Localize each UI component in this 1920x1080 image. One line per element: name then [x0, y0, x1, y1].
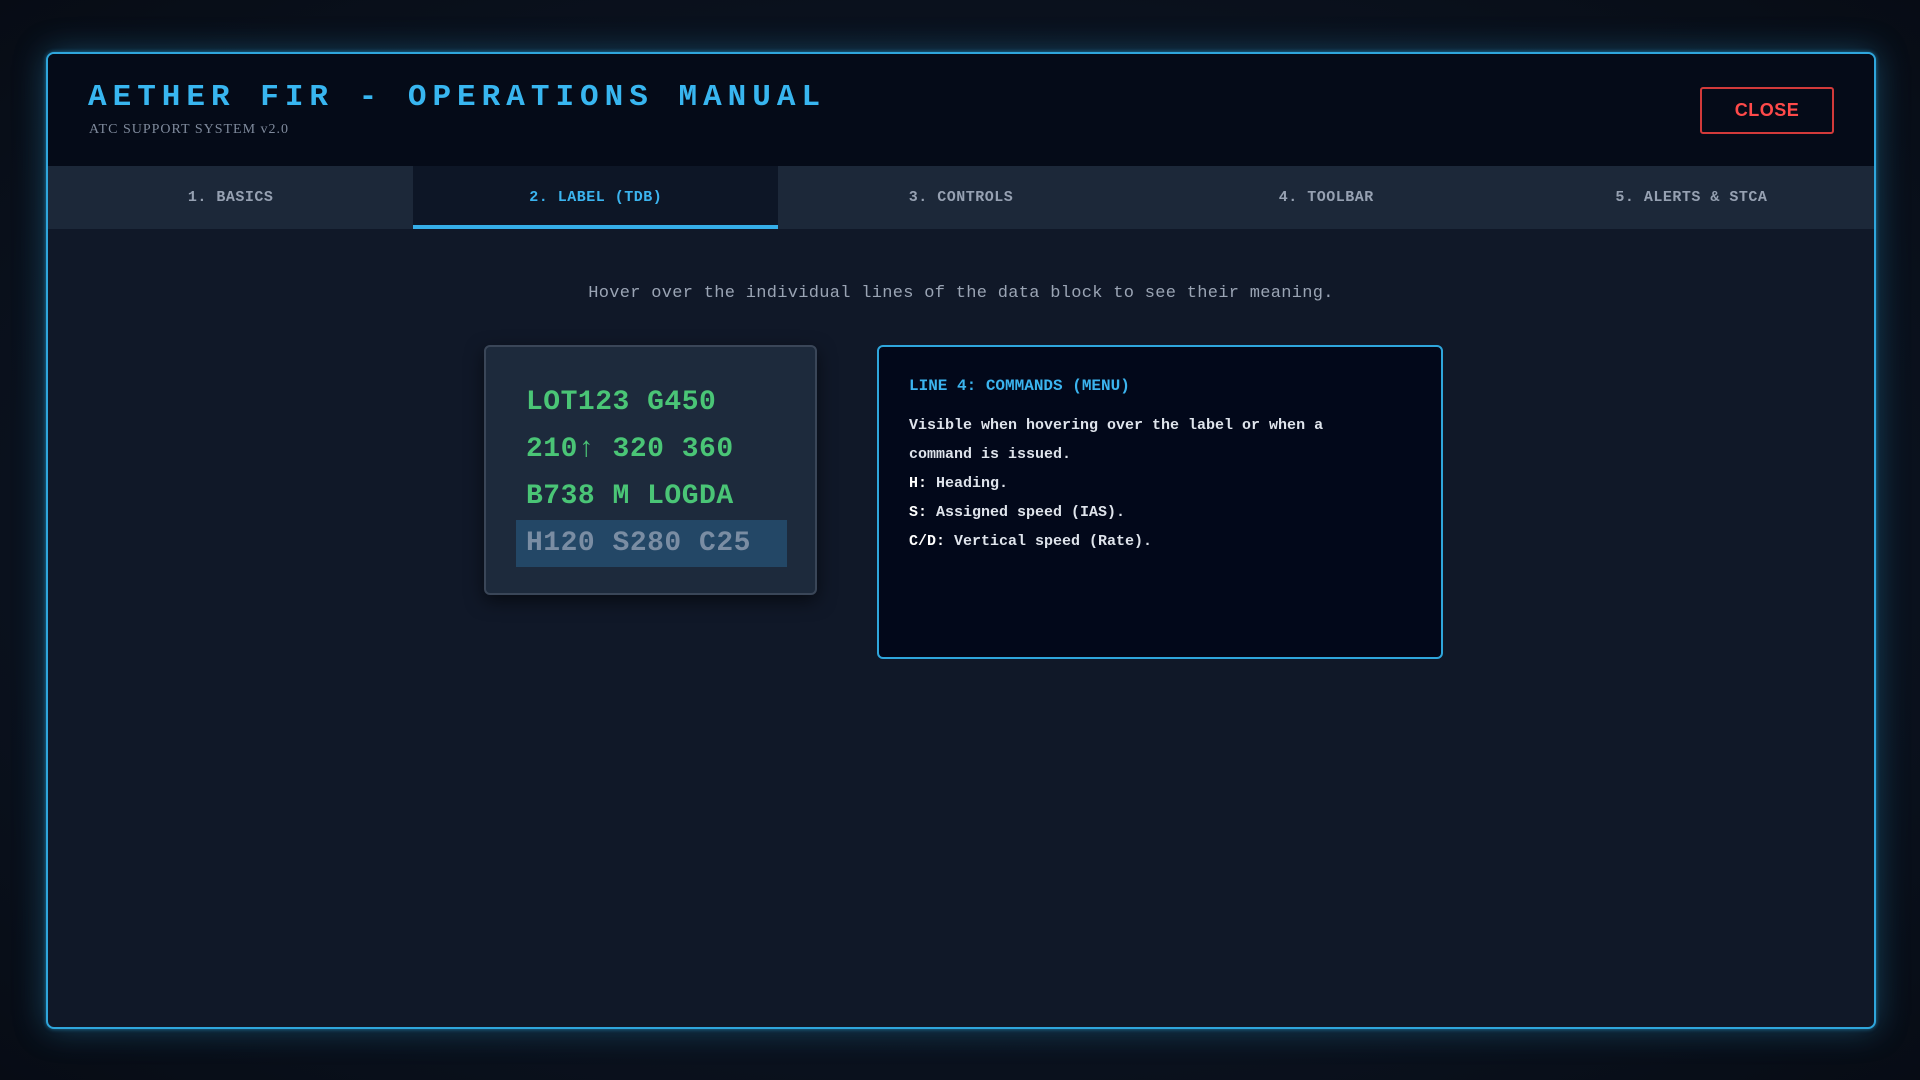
tab-controls[interactable]: 3. CONTROLS	[778, 166, 1143, 229]
info-title: LINE 4: COMMANDS (MENU)	[909, 377, 1130, 395]
tab-basics[interactable]: 1. BASICS	[48, 166, 413, 229]
info-description: Visible when hovering over the label or …	[909, 417, 1324, 463]
info-item-heading: H: Heading.	[909, 469, 1411, 498]
info-item-speed: S: Assigned speed (IAS).	[909, 498, 1411, 527]
tab-bar: 1. BASICS 2. LABEL (TDB) 3. CONTROLS 4. …	[48, 166, 1874, 229]
info-value: Vertical speed (Rate).	[945, 533, 1153, 550]
info-value: Assigned speed (IAS).	[927, 504, 1126, 521]
data-block-preview: LOT123 G450 210↑ 320 360 B738 M LOGDA H1…	[484, 345, 817, 595]
info-value: Heading.	[927, 475, 1009, 492]
close-button[interactable]: CLOSE	[1700, 87, 1834, 134]
datablock-line-2[interactable]: 210↑ 320 360	[516, 426, 787, 473]
info-item-vertical-speed: C/D: Vertical speed (Rate).	[909, 527, 1411, 556]
modal-subtitle: ATC SUPPORT SYSTEM v2.0	[89, 122, 290, 137]
tab-label-tdb[interactable]: 2. LABEL (TDB)	[413, 166, 779, 229]
modal-header: AETHER FIR - OPERATIONS MANUAL ATC SUPPO…	[48, 54, 1874, 166]
line-info-panel: LINE 4: COMMANDS (MENU) Visible when hov…	[877, 345, 1443, 659]
info-key: C/D:	[909, 533, 946, 550]
hover-hint: Hover over the individual lines of the d…	[588, 284, 1334, 303]
datablock-line-4[interactable]: H120 S280 C25	[516, 520, 787, 567]
tab-toolbar[interactable]: 4. TOOLBAR	[1144, 166, 1509, 229]
info-key: H:	[909, 475, 928, 492]
datablock-line-1[interactable]: LOT123 G450	[516, 379, 787, 426]
modal-title: AETHER FIR - OPERATIONS MANUAL	[88, 80, 827, 115]
datablock-line-3[interactable]: B738 M LOGDA	[516, 473, 787, 520]
tab-alerts-stca[interactable]: 5. ALERTS & STCA	[1509, 166, 1874, 229]
operations-manual-modal: AETHER FIR - OPERATIONS MANUAL ATC SUPPO…	[46, 52, 1876, 1029]
info-key: S:	[909, 504, 928, 521]
